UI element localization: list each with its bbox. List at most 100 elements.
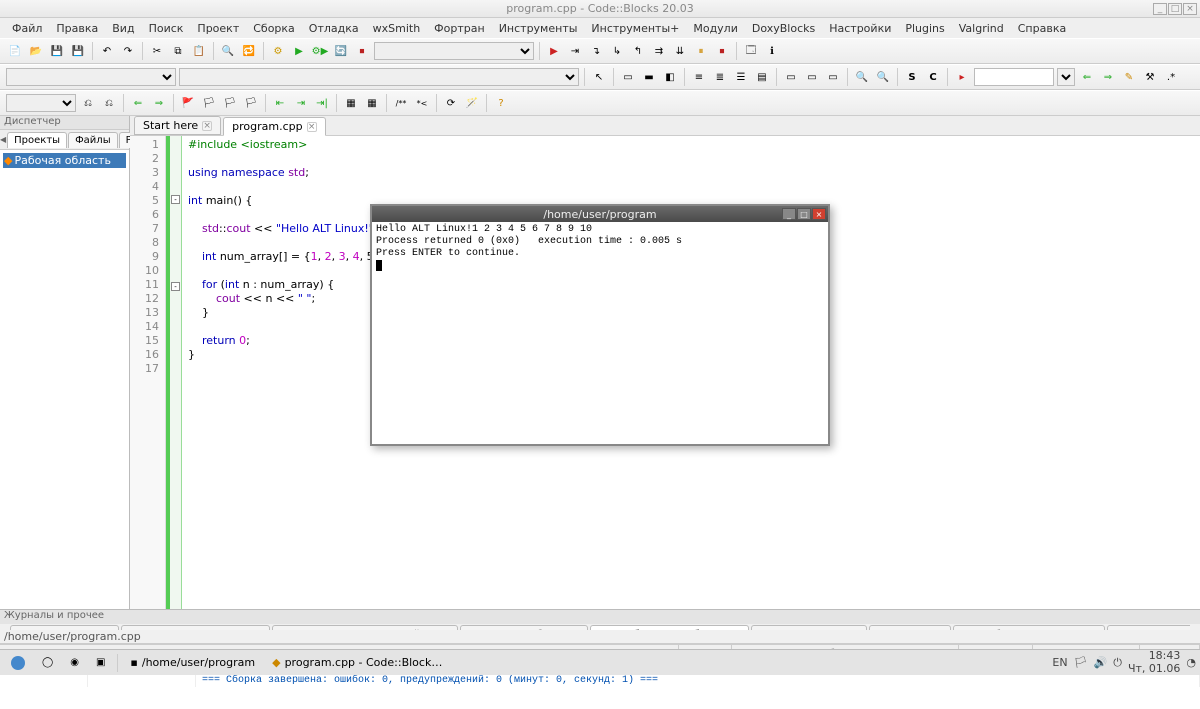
menu-проект[interactable]: Проект	[191, 20, 245, 37]
menu-файл[interactable]: Файл	[6, 20, 48, 37]
cut-icon[interactable]: ✂	[148, 42, 166, 60]
menu-поиск[interactable]: Поиск	[143, 20, 190, 37]
terminal-maximize-button[interactable]: □	[797, 208, 811, 220]
prev-func-icon[interactable]: ⇐	[129, 94, 147, 112]
next-func-icon[interactable]: ⇒	[150, 94, 168, 112]
debug-run-to-cursor-icon[interactable]: ⇥	[566, 42, 584, 60]
rebuild-icon[interactable]: 🔄	[332, 42, 350, 60]
source-s-icon[interactable]: S	[903, 68, 921, 86]
source-c-icon[interactable]: C	[924, 68, 942, 86]
menu-valgrind[interactable]: Valgrind	[953, 20, 1010, 37]
tray-volume-icon[interactable]: 🔊	[1094, 656, 1108, 669]
new-file-icon[interactable]: 📄	[6, 42, 24, 60]
build-icon[interactable]: ⚙	[269, 42, 287, 60]
abort-icon[interactable]: ⏹	[353, 42, 371, 60]
tray-flag-icon[interactable]: 🏳	[1074, 656, 1088, 669]
keyboard-layout[interactable]: EN	[1052, 656, 1067, 669]
search-type-select[interactable]	[1057, 68, 1075, 86]
text-justify-icon[interactable]: ▤	[753, 68, 771, 86]
terminal-titlebar[interactable]: /home/user/program _ □ ×	[372, 206, 828, 222]
run-icon[interactable]: ▶	[290, 42, 308, 60]
doxy-html-icon[interactable]: ◧	[661, 68, 679, 86]
menu-справка[interactable]: Справка	[1012, 20, 1072, 37]
zoom-in-icon[interactable]: 🔍	[853, 68, 871, 86]
window-close-button[interactable]: ×	[1183, 3, 1197, 15]
workspace-tree[interactable]: ◆ Рабочая область	[0, 150, 129, 609]
refresh-icon[interactable]: ⟳	[442, 94, 460, 112]
tray-power-icon[interactable]: ⏻	[1113, 656, 1122, 670]
menu-фортран[interactable]: Фортран	[428, 20, 491, 37]
bookmark-next-icon[interactable]: 🏳	[221, 94, 239, 112]
box2-icon[interactable]: ▭	[803, 68, 821, 86]
menu-plugins[interactable]: Plugins	[899, 20, 950, 37]
taskbar-app-2[interactable]: ◉	[63, 653, 86, 673]
management-tab-0[interactable]: Проекты	[7, 132, 67, 148]
bookmark-prev-icon[interactable]: 🏳	[200, 94, 218, 112]
build-run-icon[interactable]: ⚙▶	[311, 42, 329, 60]
find-icon[interactable]: 🔍	[219, 42, 237, 60]
nav-last-icon[interactable]: ⇥|	[313, 94, 331, 112]
bookmark-toggle-icon[interactable]: 🚩	[179, 94, 197, 112]
taskbar-terminal[interactable]: ▪/home/user/program	[123, 653, 262, 673]
regex-icon[interactable]: .*	[1162, 68, 1180, 86]
open-file-icon[interactable]: 📂	[27, 42, 45, 60]
debug-step-into-icon[interactable]: ↳	[608, 42, 626, 60]
redo-icon[interactable]: ↷	[119, 42, 137, 60]
menu-настройки[interactable]: Настройки	[823, 20, 897, 37]
management-tab-1[interactable]: Файлы	[68, 132, 118, 148]
save-all-icon[interactable]: 💾	[69, 42, 87, 60]
menu-вид[interactable]: Вид	[106, 20, 140, 37]
box1-icon[interactable]: ▭	[782, 68, 800, 86]
bookmark-clear-icon[interactable]: 🏳	[242, 94, 260, 112]
highlight-icon[interactable]: ✎	[1120, 68, 1138, 86]
jump-back-icon[interactable]: ⎌	[79, 94, 97, 112]
fold-bar[interactable]: --	[170, 136, 182, 609]
taskbar-app-1[interactable]: ◯	[35, 653, 60, 673]
select-tool-icon[interactable]: ↖	[590, 68, 608, 86]
undo-icon[interactable]: ↶	[98, 42, 116, 60]
text-right-icon[interactable]: ☰	[732, 68, 750, 86]
workspace-root[interactable]: ◆ Рабочая область	[3, 153, 126, 168]
doxy-line-icon[interactable]: ▬	[640, 68, 658, 86]
editor-tab-close-icon[interactable]: ×	[202, 121, 212, 131]
nav-prev-icon[interactable]: ⇤	[271, 94, 289, 112]
wizard-icon[interactable]: 🪄	[463, 94, 481, 112]
debug-info-icon[interactable]: ℹ	[763, 42, 781, 60]
paste-icon[interactable]: 📋	[190, 42, 208, 60]
zoom-out-icon[interactable]: 🔍	[874, 68, 892, 86]
tray-notify-icon[interactable]: ◔	[1186, 656, 1196, 669]
menu-модули[interactable]: Модули	[687, 20, 744, 37]
comment-line-icon[interactable]: ▦	[363, 94, 381, 112]
debug-start-icon[interactable]: ▶	[545, 42, 563, 60]
text-left-icon[interactable]: ≡	[690, 68, 708, 86]
debug-next-instr-icon[interactable]: ⇉	[650, 42, 668, 60]
search-next-icon[interactable]: ⇒	[1099, 68, 1117, 86]
run-search-icon[interactable]: ▸	[953, 68, 971, 86]
terminal-output[interactable]: Hello ALT Linux!1 2 3 4 5 6 7 8 9 10 Pro…	[372, 222, 828, 444]
menu-правка[interactable]: Правка	[50, 20, 104, 37]
jump-fwd-icon[interactable]: ⎌	[100, 94, 118, 112]
editor-tab-0[interactable]: Start here×	[134, 116, 221, 135]
start-menu-button[interactable]	[4, 653, 32, 673]
menu-wxsmith[interactable]: wxSmith	[367, 20, 427, 37]
window-minimize-button[interactable]: _	[1153, 3, 1167, 15]
debug-next-line-icon[interactable]: ↴	[587, 42, 605, 60]
help-icon[interactable]: ?	[492, 94, 510, 112]
taskbar-codeblocks[interactable]: ◆program.cpp - Code::Block…	[265, 653, 449, 673]
options-icon[interactable]: ⚒	[1141, 68, 1159, 86]
editor-tab-1[interactable]: program.cpp×	[223, 117, 325, 136]
taskbar-clock[interactable]: 18:43 Чт, 01.06	[1128, 650, 1180, 674]
copy-icon[interactable]: ⧉	[169, 42, 187, 60]
search-input[interactable]	[974, 68, 1054, 86]
comment-block-icon[interactable]: ▦	[342, 94, 360, 112]
debug-step-out-icon[interactable]: ↰	[629, 42, 647, 60]
function-select[interactable]	[179, 68, 579, 86]
replace-icon[interactable]: 🔁	[240, 42, 258, 60]
taskbar-app-3[interactable]: ▣	[89, 653, 112, 673]
menu-doxyblocks[interactable]: DoxyBlocks	[746, 20, 821, 37]
menu-инструменты[interactable]: Инструменты	[493, 20, 584, 37]
menu-сборка[interactable]: Сборка	[247, 20, 301, 37]
scope-select[interactable]	[6, 68, 176, 86]
menu-отладка[interactable]: Отладка	[303, 20, 365, 37]
terminal-window[interactable]: /home/user/program _ □ × Hello ALT Linux…	[370, 204, 830, 446]
